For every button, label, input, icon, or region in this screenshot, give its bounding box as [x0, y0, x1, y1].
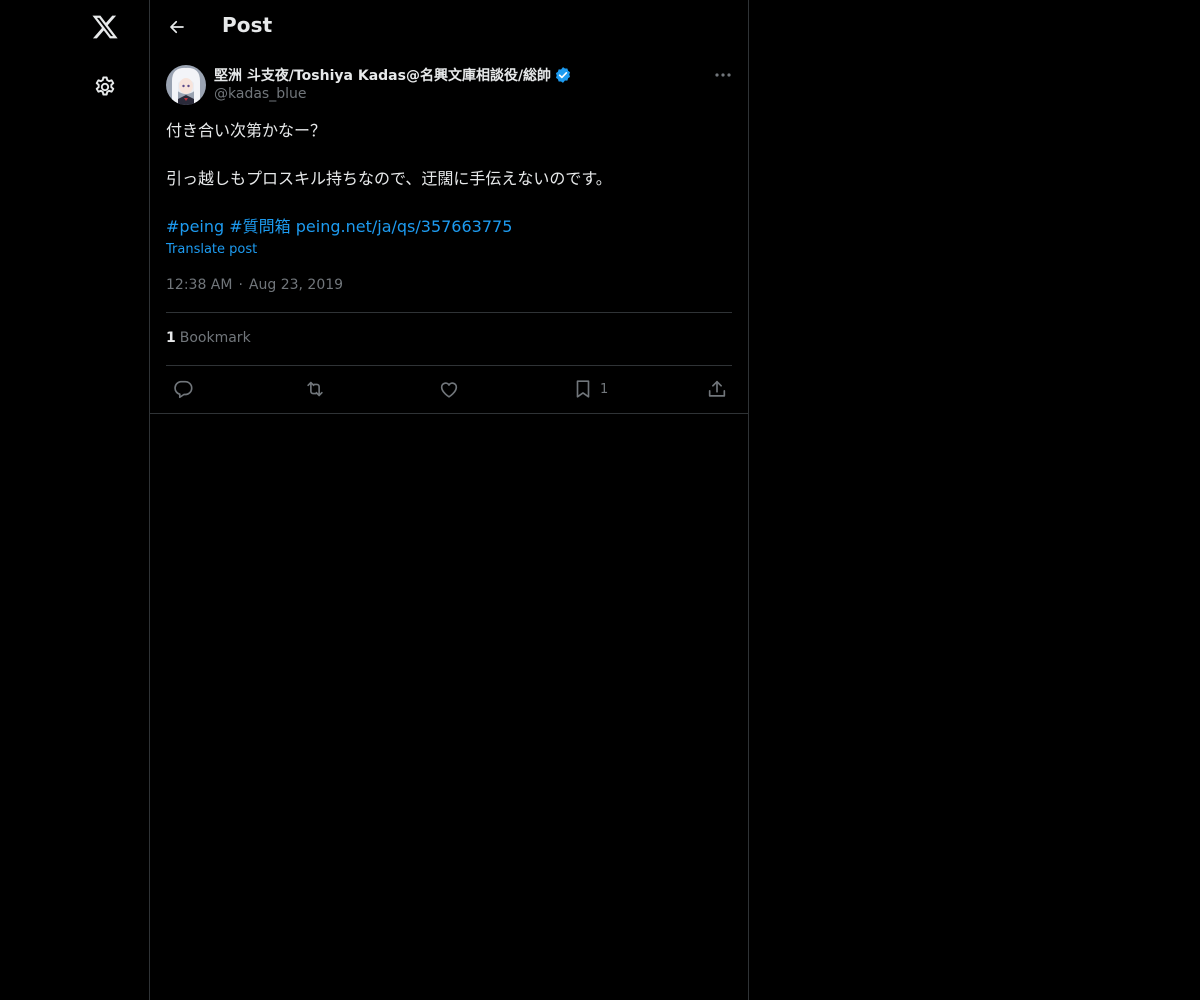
url-link[interactable]: peing.net/ja/qs/357663775 — [296, 217, 513, 236]
repost-button[interactable] — [304, 378, 326, 400]
more-icon — [715, 73, 731, 77]
post-links-row: #peing #質問箱 peing.net/ja/qs/357663775 — [166, 215, 732, 239]
arrow-left-icon — [170, 20, 184, 34]
translate-post-link[interactable]: Translate post — [166, 242, 257, 257]
post-timestamp: 12:38 AM · Aug 23, 2019 — [166, 277, 343, 293]
back-button[interactable] — [162, 12, 192, 42]
share-icon — [706, 378, 728, 400]
reply-icon — [172, 378, 194, 400]
x-logo-icon[interactable] — [88, 10, 122, 44]
bookmark-button[interactable]: 1 — [572, 378, 608, 400]
page-header: Post — [150, 0, 748, 53]
post-text-line: 引っ越しもプロスキル持ちなので、迂闊に手伝えないのです。 — [166, 169, 612, 188]
bookmark-stats[interactable]: 1 Bookmark — [166, 330, 251, 346]
action-bar: 1 — [166, 366, 732, 413]
divider — [166, 312, 732, 313]
verified-badge-icon — [554, 66, 572, 84]
avatar[interactable] — [166, 65, 206, 105]
author-name-row[interactable]: 堅洲 斗支夜/Toshiya Kadas@名興文庫相談役/総帥 — [214, 65, 572, 85]
post-bottom-border — [150, 413, 748, 414]
page-title: Post — [222, 13, 273, 37]
left-nav — [0, 0, 149, 1000]
separator-dot: · — [238, 277, 243, 293]
repost-icon — [304, 378, 326, 400]
gear-icon[interactable] — [90, 72, 120, 102]
bookmark-stat-label: Bookmark — [179, 330, 251, 346]
app-root: Post 堅洲 斗支夜/Toshiya Kadas@名興文庫相談役/総帥 @ka… — [0, 0, 1200, 1000]
author-name: 堅洲 斗支夜/Toshiya Kadas@名興文庫相談役/総帥 — [214, 68, 552, 84]
more-options-button[interactable] — [712, 65, 734, 85]
post-text: 付き合い次第かなー？ 引っ越しもプロスキル持ちなので、迂闊に手伝えないのです。 … — [166, 119, 732, 239]
share-button[interactable] — [706, 378, 728, 400]
post-date[interactable]: Aug 23, 2019 — [249, 277, 343, 293]
reply-button[interactable] — [172, 378, 194, 400]
bookmark-count: 1 — [600, 381, 609, 397]
bookmark-icon — [572, 378, 594, 400]
hashtag-link[interactable]: #peing — [166, 217, 224, 236]
bookmark-stat-count: 1 — [166, 330, 176, 346]
main-column: Post 堅洲 斗支夜/Toshiya Kadas@名興文庫相談役/総帥 @ka… — [149, 0, 749, 1000]
hashtag-link[interactable]: #質問箱 — [229, 217, 290, 236]
post-text-line: 付き合い次第かなー？ — [166, 121, 327, 140]
heart-icon — [438, 378, 460, 400]
author-handle[interactable]: @kadas_blue — [214, 86, 306, 102]
like-button[interactable] — [438, 378, 460, 400]
post-time[interactable]: 12:38 AM — [166, 277, 232, 293]
